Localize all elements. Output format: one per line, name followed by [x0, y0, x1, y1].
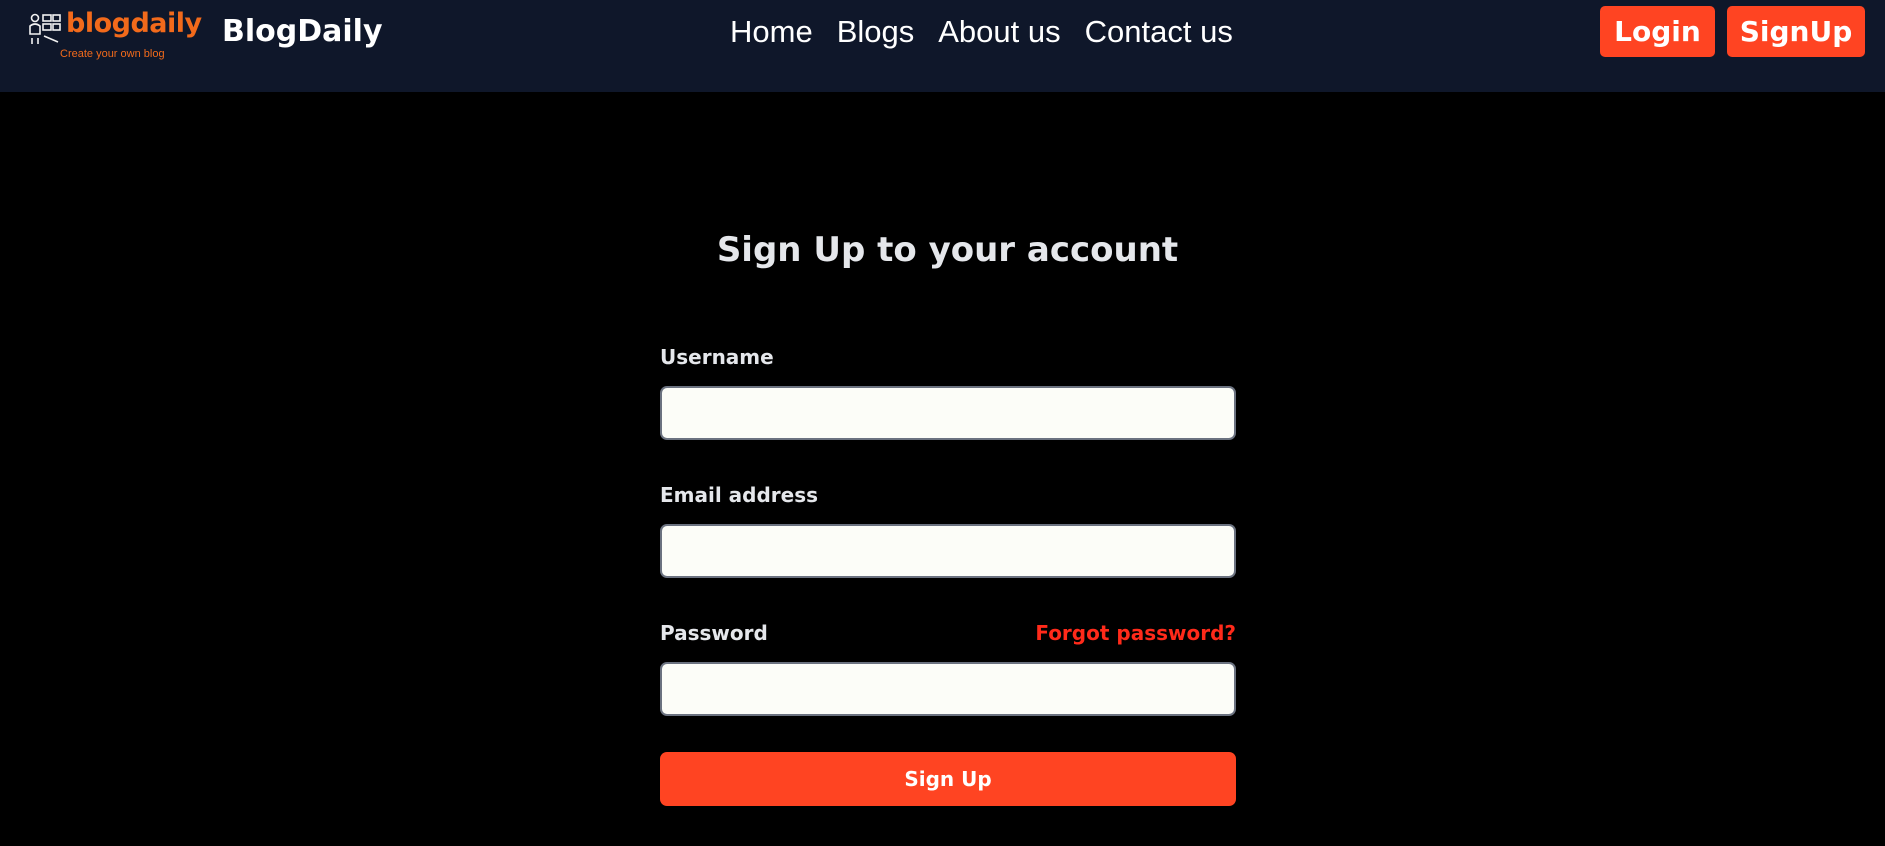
email-input[interactable]	[660, 524, 1236, 578]
password-label: Password	[660, 621, 768, 645]
logo[interactable]: blogdaily Create your own blog	[28, 8, 202, 66]
username-input[interactable]	[660, 386, 1236, 440]
sign-up-submit-button[interactable]: Sign Up	[660, 752, 1236, 806]
blog-tools-icon	[29, 13, 61, 44]
logo-wordmark: blogdaily	[66, 8, 202, 39]
nav-link-home[interactable]: Home	[730, 14, 813, 50]
nav-link-about-us[interactable]: About us	[938, 14, 1060, 50]
logo-tagline: Create your own blog	[60, 48, 165, 60]
login-button[interactable]: Login	[1600, 6, 1715, 57]
nav-link-contact-us[interactable]: Contact us	[1085, 14, 1233, 50]
email-label: Email address	[660, 483, 819, 507]
form-title: Sign Up to your account	[716, 230, 1179, 270]
navbar: blogdaily Create your own blog BlogDaily…	[0, 0, 1885, 92]
brand-name[interactable]: BlogDaily	[222, 14, 383, 49]
password-input[interactable]	[660, 662, 1236, 716]
forgot-password-link[interactable]: Forgot password?	[1035, 621, 1236, 645]
username-label: Username	[660, 345, 774, 369]
nav-links: Home Blogs About us Contact us	[730, 14, 1233, 50]
nav-link-blogs[interactable]: Blogs	[837, 14, 915, 50]
signup-button[interactable]: SignUp	[1727, 6, 1865, 57]
